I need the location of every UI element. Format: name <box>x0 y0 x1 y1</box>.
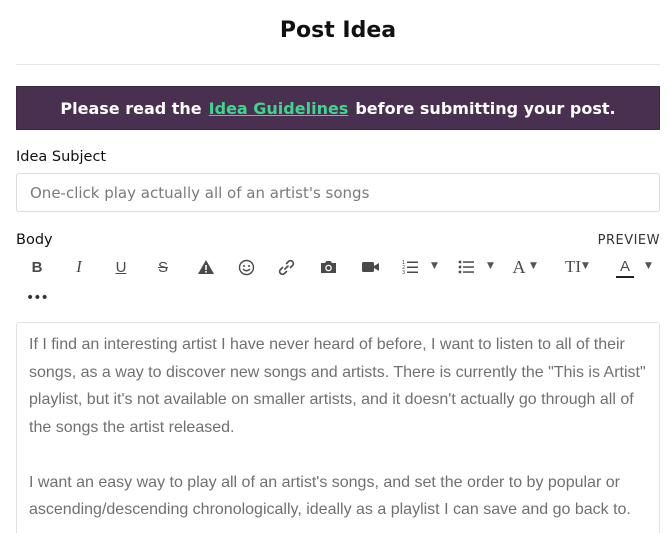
body-editor[interactable]: If I find an interesting artist I have n… <box>16 322 660 533</box>
underline-button[interactable]: U <box>112 253 130 281</box>
body-label: Body <box>16 232 53 248</box>
chevron-down-icon[interactable]: ▼ <box>530 261 540 271</box>
warning-icon[interactable] <box>196 253 216 281</box>
banner-text-post: before submitting your post. <box>355 98 616 118</box>
idea-subject-input[interactable] <box>16 173 660 212</box>
ordered-list-icon[interactable]: 123 <box>401 253 419 281</box>
italic-button[interactable]: I <box>70 253 88 281</box>
idea-guidelines-link[interactable]: Idea Guidelines <box>209 99 349 118</box>
guidelines-banner: Please read the Idea Guidelines before s… <box>16 86 660 130</box>
strikethrough-button[interactable]: S <box>154 253 172 281</box>
bold-button[interactable]: B <box>28 253 46 281</box>
body-paragraph: I want an easy way to play all of an art… <box>29 473 631 519</box>
body-paragraph: If I find an interesting artist I have n… <box>29 336 646 436</box>
font-family-button[interactable]: A <box>510 253 528 281</box>
chevron-down-icon[interactable]: ▼ <box>487 261 497 271</box>
preview-button[interactable]: PREVIEW <box>598 233 660 248</box>
chevron-down-icon[interactable]: ▼ <box>582 261 592 271</box>
chevron-down-icon[interactable]: ▼ <box>645 261 655 271</box>
svg-text:3: 3 <box>402 270 405 275</box>
title-divider <box>16 64 660 65</box>
idea-subject-label: Idea Subject <box>16 149 107 165</box>
video-icon[interactable] <box>360 253 380 281</box>
text-size-button[interactable]: TI <box>562 253 584 281</box>
emoji-icon[interactable] <box>236 253 256 281</box>
bullet-list-icon[interactable] <box>457 253 475 281</box>
camera-icon[interactable] <box>318 253 338 281</box>
banner-text-pre: Please read the <box>60 98 202 118</box>
editor-toolbar: B I U S 123 ▼ ▼ A ▼ TI ▼ A ▼ <box>16 253 660 281</box>
chevron-down-icon[interactable]: ▼ <box>431 261 441 271</box>
page-title: Post Idea <box>279 18 397 43</box>
more-options-icon[interactable]: ••• <box>26 290 49 306</box>
text-color-button[interactable]: A <box>616 256 634 278</box>
link-icon[interactable] <box>276 253 296 281</box>
